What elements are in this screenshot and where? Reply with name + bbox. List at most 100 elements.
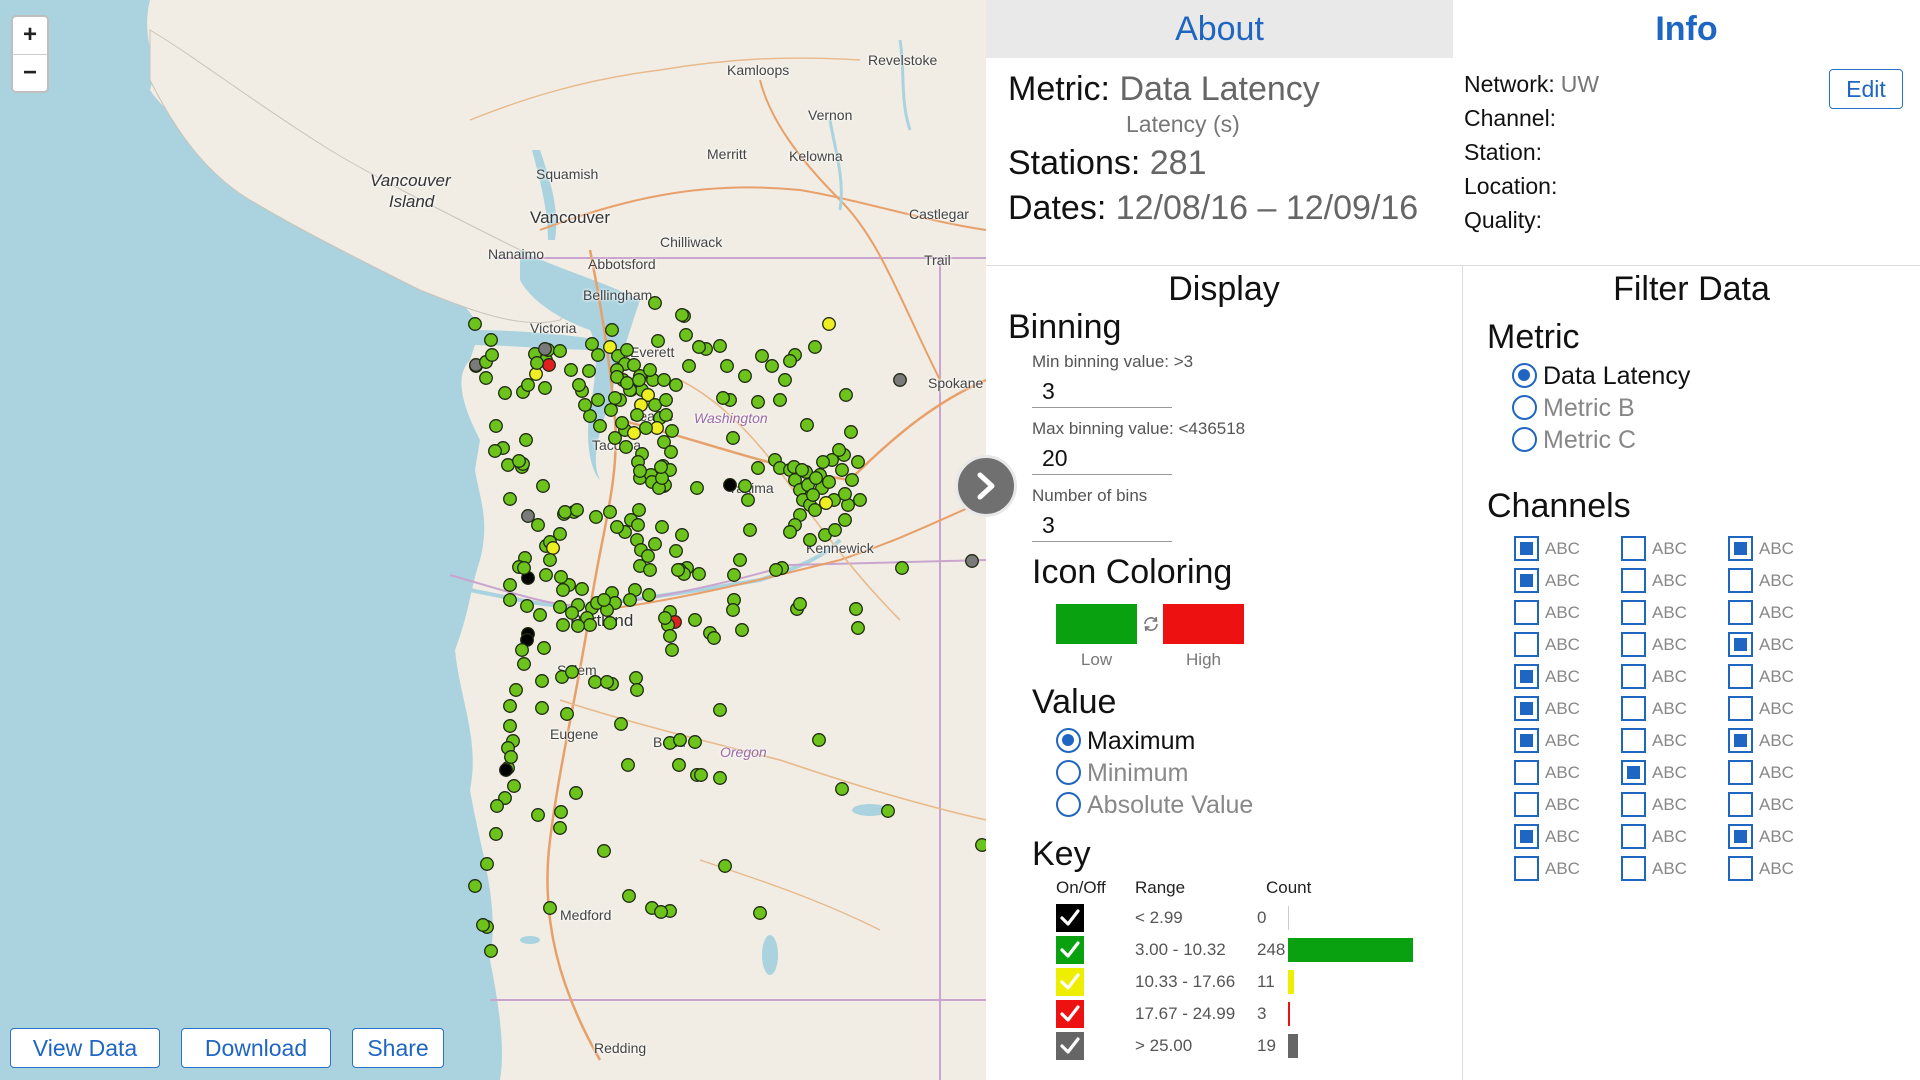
- station-marker[interactable]: [519, 433, 533, 447]
- station-marker[interactable]: [682, 359, 696, 373]
- station-marker[interactable]: [589, 510, 603, 524]
- channel-checkbox[interactable]: [1728, 568, 1753, 593]
- station-marker[interactable]: [480, 857, 494, 871]
- station-marker[interactable]: [619, 440, 633, 454]
- station-marker[interactable]: [755, 349, 769, 363]
- station-markers[interactable]: [0, 0, 986, 1080]
- station-marker[interactable]: [556, 583, 570, 597]
- channel-checkbox[interactable]: [1728, 536, 1753, 561]
- station-marker[interactable]: [629, 671, 643, 685]
- station-marker[interactable]: [554, 570, 568, 584]
- station-marker[interactable]: [838, 513, 852, 527]
- station-marker[interactable]: [713, 703, 727, 717]
- station-marker[interactable]: [659, 393, 673, 407]
- station-marker[interactable]: [839, 388, 853, 402]
- channel-checkbox[interactable]: [1728, 600, 1753, 625]
- channel-checkbox[interactable]: [1621, 664, 1646, 689]
- station-marker[interactable]: [808, 503, 822, 517]
- channel-checkbox[interactable]: [1514, 600, 1539, 625]
- value-option[interactable]: Maximum: [1056, 725, 1316, 757]
- station-marker[interactable]: [622, 889, 636, 903]
- channel-checkbox[interactable]: [1728, 760, 1753, 785]
- station-marker[interactable]: [498, 386, 512, 400]
- station-marker[interactable]: [844, 425, 858, 439]
- station-marker[interactable]: [603, 616, 617, 630]
- station-marker[interactable]: [783, 525, 797, 539]
- channel-checkbox[interactable]: [1514, 632, 1539, 657]
- station-marker[interactable]: [503, 492, 517, 506]
- station-marker[interactable]: [769, 563, 783, 577]
- station-marker[interactable]: [838, 487, 852, 501]
- view-data-button[interactable]: View Data: [10, 1028, 160, 1068]
- station-marker[interactable]: [778, 373, 792, 387]
- station-marker[interactable]: [578, 398, 592, 412]
- station-marker[interactable]: [632, 373, 646, 387]
- station-marker[interactable]: [675, 528, 689, 542]
- station-marker[interactable]: [565, 665, 579, 679]
- station-marker[interactable]: [692, 567, 706, 581]
- radio-button[interactable]: [1056, 760, 1081, 785]
- station-marker[interactable]: [726, 431, 740, 445]
- station-marker[interactable]: [751, 461, 765, 475]
- station-marker[interactable]: [822, 475, 836, 489]
- station-marker[interactable]: [531, 518, 545, 532]
- station-marker[interactable]: [530, 356, 544, 370]
- station-marker[interactable]: [718, 859, 732, 873]
- station-marker[interactable]: [832, 443, 846, 457]
- channel-checkbox[interactable]: [1621, 600, 1646, 625]
- station-marker[interactable]: [835, 463, 849, 477]
- station-marker[interactable]: [489, 419, 503, 433]
- station-marker[interactable]: [795, 463, 809, 477]
- station-marker[interactable]: [490, 799, 504, 813]
- station-marker[interactable]: [665, 424, 679, 438]
- radio-button[interactable]: [1512, 427, 1537, 452]
- channel-checkbox[interactable]: [1621, 568, 1646, 593]
- station-marker[interactable]: [633, 464, 647, 478]
- panel-toggle-button[interactable]: [955, 455, 1017, 517]
- station-marker[interactable]: [793, 597, 807, 611]
- station-marker[interactable]: [672, 758, 686, 772]
- station-marker[interactable]: [657, 373, 671, 387]
- station-marker[interactable]: [521, 509, 535, 523]
- station-marker[interactable]: [536, 479, 550, 493]
- station-marker[interactable]: [642, 588, 656, 602]
- key-toggle-checkbox[interactable]: [1056, 1032, 1084, 1060]
- key-toggle-checkbox[interactable]: [1056, 904, 1084, 932]
- station-marker[interactable]: [535, 674, 549, 688]
- station-marker[interactable]: [806, 488, 820, 502]
- station-marker[interactable]: [488, 444, 502, 458]
- station-marker[interactable]: [588, 675, 602, 689]
- station-marker[interactable]: [575, 582, 589, 596]
- station-marker[interactable]: [895, 561, 909, 575]
- station-marker[interactable]: [800, 418, 814, 432]
- radio-button[interactable]: [1512, 363, 1537, 388]
- channel-checkbox[interactable]: [1514, 664, 1539, 689]
- station-marker[interactable]: [543, 553, 557, 567]
- station-marker[interactable]: [773, 393, 787, 407]
- station-marker[interactable]: [663, 629, 677, 643]
- metric-option[interactable]: Metric B: [1512, 392, 1772, 424]
- station-marker[interactable]: [620, 376, 634, 390]
- station-marker[interactable]: [881, 804, 895, 818]
- station-marker[interactable]: [727, 568, 741, 582]
- station-marker[interactable]: [608, 391, 622, 405]
- station-marker[interactable]: [553, 344, 567, 358]
- station-marker[interactable]: [654, 460, 668, 474]
- channel-checkbox[interactable]: [1514, 856, 1539, 881]
- station-marker[interactable]: [499, 763, 513, 777]
- radio-button[interactable]: [1512, 395, 1537, 420]
- channel-checkbox[interactable]: [1514, 792, 1539, 817]
- channel-checkbox[interactable]: [1514, 568, 1539, 593]
- station-marker[interactable]: [723, 478, 737, 492]
- station-marker[interactable]: [569, 786, 583, 800]
- station-marker[interactable]: [531, 808, 545, 822]
- station-marker[interactable]: [560, 707, 574, 721]
- station-marker[interactable]: [675, 308, 689, 322]
- station-marker[interactable]: [853, 493, 867, 507]
- station-marker[interactable]: [583, 618, 597, 632]
- channel-checkbox[interactable]: [1514, 824, 1539, 849]
- station-marker[interactable]: [503, 699, 517, 713]
- station-marker[interactable]: [716, 391, 730, 405]
- station-marker[interactable]: [517, 561, 531, 575]
- station-marker[interactable]: [965, 554, 979, 568]
